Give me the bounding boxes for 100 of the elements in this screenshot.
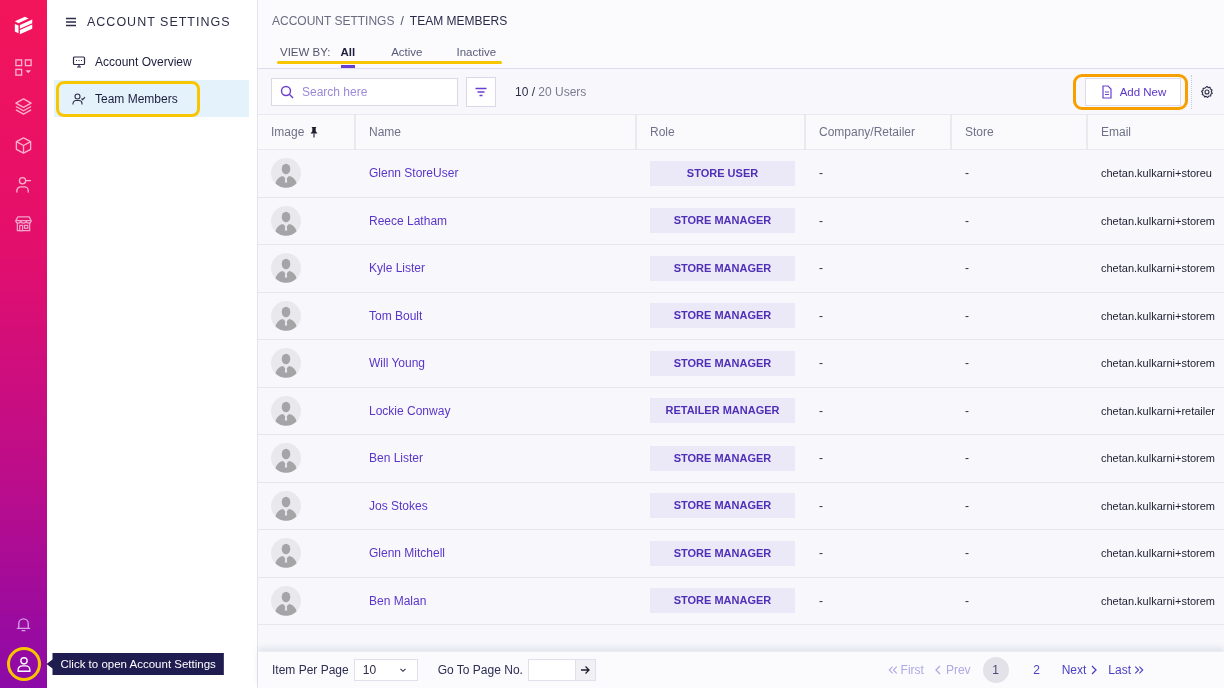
avatar-icon (271, 490, 301, 521)
cube-icon[interactable] (14, 136, 33, 155)
table-cell: - (819, 403, 823, 418)
items-per-page-select[interactable]: 10 (353, 659, 418, 681)
column-header: Image (271, 125, 305, 139)
member-name[interactable]: Reece Latham (369, 213, 448, 228)
double-chevron-left-icon (887, 665, 898, 675)
table-cell: - (819, 593, 823, 608)
avatar-icon (271, 538, 301, 569)
table-cell: - (819, 308, 823, 323)
table-cell: chetan.kulkarni+storem (1101, 357, 1216, 370)
tooltip: Click to open Account Settings (46, 653, 224, 675)
table-cell: - (819, 498, 823, 513)
member-name[interactable]: Ben Lister (369, 451, 424, 466)
table-cell: - (965, 546, 969, 561)
avatar-icon (271, 443, 301, 474)
bell-icon[interactable] (14, 615, 33, 634)
user-count: 10 / 20 Users (515, 84, 587, 99)
table-cell: - (965, 593, 969, 608)
table-cell: - (819, 546, 823, 561)
column-header: Company/Retailer (819, 125, 916, 139)
table-cell: - (965, 403, 969, 418)
double-chevron-right-icon (1134, 665, 1144, 675)
settings-icon[interactable] (1200, 84, 1214, 99)
table-cell: - (819, 213, 823, 228)
sidebar-title: ACCOUNT SETTINGS (87, 14, 231, 29)
column-header: Name (369, 125, 401, 139)
page-number-field[interactable] (527, 659, 576, 681)
breadcrumb-link[interactable]: ACCOUNT SETTINGS (272, 14, 395, 28)
user-check-icon (72, 91, 86, 106)
sidebar-item[interactable]: Account Overview (54, 43, 249, 80)
role-badge: STORE MANAGER (650, 493, 795, 519)
table-cell: - (819, 451, 823, 466)
filter-tab[interactable]: Inactive (456, 45, 497, 68)
role-badge: STORE MANAGER (650, 588, 795, 614)
table-cell: chetan.kulkarni+storem (1101, 309, 1216, 322)
dashboard-icon[interactable] (14, 58, 33, 77)
last-page-link[interactable]: Last (1108, 663, 1144, 677)
view-by-label: VIEW BY: (280, 45, 331, 59)
table-cell: - (965, 261, 969, 276)
avatar-icon (271, 300, 301, 331)
member-name[interactable]: Glenn StoreUser (369, 166, 459, 181)
member-name[interactable]: Will Young (369, 356, 426, 371)
account-button[interactable] (6, 647, 41, 681)
table-cell: chetan.kulkarni+storem (1101, 499, 1216, 512)
table-cell: - (965, 308, 969, 323)
table-cell: - (965, 166, 969, 181)
role-badge: STORE MANAGER (650, 445, 795, 471)
member-name[interactable]: Tom Boult (369, 308, 423, 323)
go-button[interactable] (575, 659, 596, 681)
person-icon[interactable] (14, 175, 33, 194)
member-name[interactable]: Kyle Lister (369, 261, 426, 276)
avatar-icon (271, 395, 301, 426)
role-badge: STORE MANAGER (650, 540, 795, 566)
go-to-page-label: Go To Page No. (437, 663, 523, 677)
table-cell: - (965, 356, 969, 371)
breadcrumb-separator: / (400, 14, 404, 28)
page-button[interactable]: 1 (982, 657, 1009, 683)
role-badge: STORE MANAGER (650, 303, 795, 329)
layers-icon[interactable] (14, 97, 33, 116)
table-cell: - (965, 498, 969, 513)
chevron-down-icon (398, 666, 407, 674)
search-icon (280, 84, 294, 99)
member-name[interactable]: Jos Stokes (369, 498, 428, 513)
table-cell: chetan.kulkarni+storem (1101, 594, 1216, 607)
pin-icon[interactable] (309, 126, 320, 138)
column-header: Email (1101, 125, 1131, 139)
role-badge: STORE MANAGER (650, 350, 795, 376)
avatar-icon (271, 158, 301, 189)
table-cell: - (819, 356, 823, 371)
role-badge: RETAILER MANAGER (650, 398, 795, 424)
arrow-right-icon (580, 665, 591, 675)
avatar-icon (271, 205, 301, 236)
sidebar-item[interactable]: Team Members (54, 80, 249, 117)
table-cell: chetan.kulkarni+storem (1101, 452, 1216, 465)
breadcrumb-current: TEAM MEMBERS (409, 14, 508, 28)
table-cell: - (819, 166, 823, 181)
next-page-link[interactable]: Next (1061, 663, 1100, 677)
filter-tab[interactable]: Active (391, 45, 423, 68)
member-name[interactable]: Ben Malan (369, 593, 427, 608)
logo-icon[interactable] (12, 14, 35, 36)
table-cell: chetan.kulkarni+storem (1101, 214, 1216, 227)
search-field[interactable]: Search here (271, 77, 458, 106)
table-cell: - (965, 213, 969, 228)
column-header: Role (650, 125, 675, 139)
avatar-icon (271, 348, 301, 379)
member-name[interactable]: Glenn Mitchell (369, 546, 446, 561)
store-icon[interactable] (14, 214, 33, 233)
table-cell: chetan.kulkarni+storem (1101, 262, 1216, 275)
avatar-icon (271, 253, 301, 284)
add-new-button[interactable]: Add New (1085, 77, 1181, 106)
table-cell: - (819, 261, 823, 276)
filter-button[interactable] (466, 76, 496, 107)
role-badge: STORE MANAGER (650, 255, 795, 281)
page-button[interactable]: 2 (1023, 657, 1050, 683)
member-name[interactable]: Lockie Conway (369, 403, 451, 418)
menu-icon[interactable] (65, 15, 77, 28)
role-badge: STORE MANAGER (650, 208, 795, 234)
column-header: Store (965, 125, 994, 139)
table-cell: chetan.kulkarni+retailer (1101, 404, 1216, 417)
